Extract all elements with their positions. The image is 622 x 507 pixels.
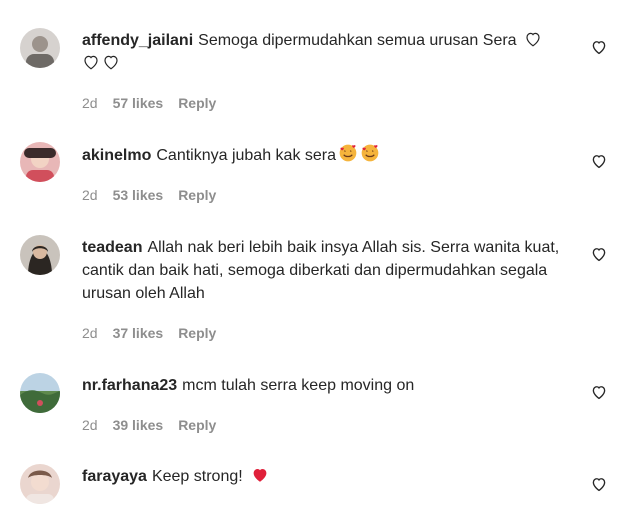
comment-age: 2d	[82, 187, 98, 203]
avatar[interactable]	[20, 28, 60, 68]
like-heart-icon[interactable]	[590, 38, 608, 56]
reply-button[interactable]: Reply	[178, 417, 216, 433]
comment-meta: 2d 53 likes Reply	[82, 187, 216, 203]
username[interactable]: akinelmo	[82, 147, 151, 164]
comment-text: mcm tulah serra keep moving on	[182, 377, 415, 394]
comment-body: akinelmo Cantiknya jubah kak sera	[82, 143, 562, 167]
like-heart-icon[interactable]	[590, 152, 608, 170]
comment-meta: 2d 39 likes Reply	[82, 417, 216, 433]
avatar[interactable]	[20, 235, 60, 275]
likes-count[interactable]: 57 likes	[113, 95, 164, 111]
comment-age: 2d	[82, 417, 98, 433]
comment-text: Semoga dipermudahkan semua urusan Sera	[198, 32, 517, 49]
avatar[interactable]	[20, 373, 60, 413]
white-heart-emoji-icon	[102, 53, 120, 71]
likes-count[interactable]: 53 likes	[113, 187, 164, 203]
comment-text: Keep strong!	[151, 468, 243, 485]
username[interactable]: nr.farhana23	[82, 377, 177, 394]
likes-count[interactable]: 39 likes	[113, 417, 164, 433]
comment-body: teadean Allah nak beri lebih baik insya A…	[82, 236, 562, 305]
red-heart-emoji-icon	[251, 466, 269, 484]
like-heart-icon[interactable]	[590, 475, 608, 493]
username[interactable]: teadean	[82, 239, 142, 256]
comment-body: farayaya Keep strong!	[82, 465, 562, 488]
comment-meta: 2d 57 likes Reply	[82, 95, 216, 111]
comment-body: nr.farhana23 mcm tulah serra keep moving …	[82, 374, 562, 397]
white-heart-emoji-icon	[82, 53, 100, 71]
likes-count[interactable]: 37 likes	[113, 325, 164, 341]
white-heart-emoji-icon	[524, 30, 542, 48]
comment-text: Cantiknya jubah kak sera	[156, 147, 337, 164]
avatar[interactable]	[20, 464, 60, 504]
smiling-face-with-hearts-icon	[360, 143, 380, 163]
reply-button[interactable]: Reply	[178, 187, 216, 203]
comment-age: 2d	[82, 95, 98, 111]
like-heart-icon[interactable]	[590, 383, 608, 401]
comment-body: affendy_jailani Semoga dipermudahkan semu…	[82, 29, 562, 75]
username[interactable]: affendy_jailani	[82, 32, 193, 49]
like-heart-icon[interactable]	[590, 245, 608, 263]
comment-text: Allah nak beri lebih baik insya Allah si…	[82, 239, 560, 302]
reply-button[interactable]: Reply	[178, 325, 216, 341]
comment-age: 2d	[82, 325, 98, 341]
username[interactable]: farayaya	[82, 468, 147, 485]
reply-button[interactable]: Reply	[178, 95, 216, 111]
avatar[interactable]	[20, 142, 60, 182]
smiling-face-with-hearts-icon	[338, 143, 358, 163]
comment-meta: 2d 37 likes Reply	[82, 325, 216, 341]
